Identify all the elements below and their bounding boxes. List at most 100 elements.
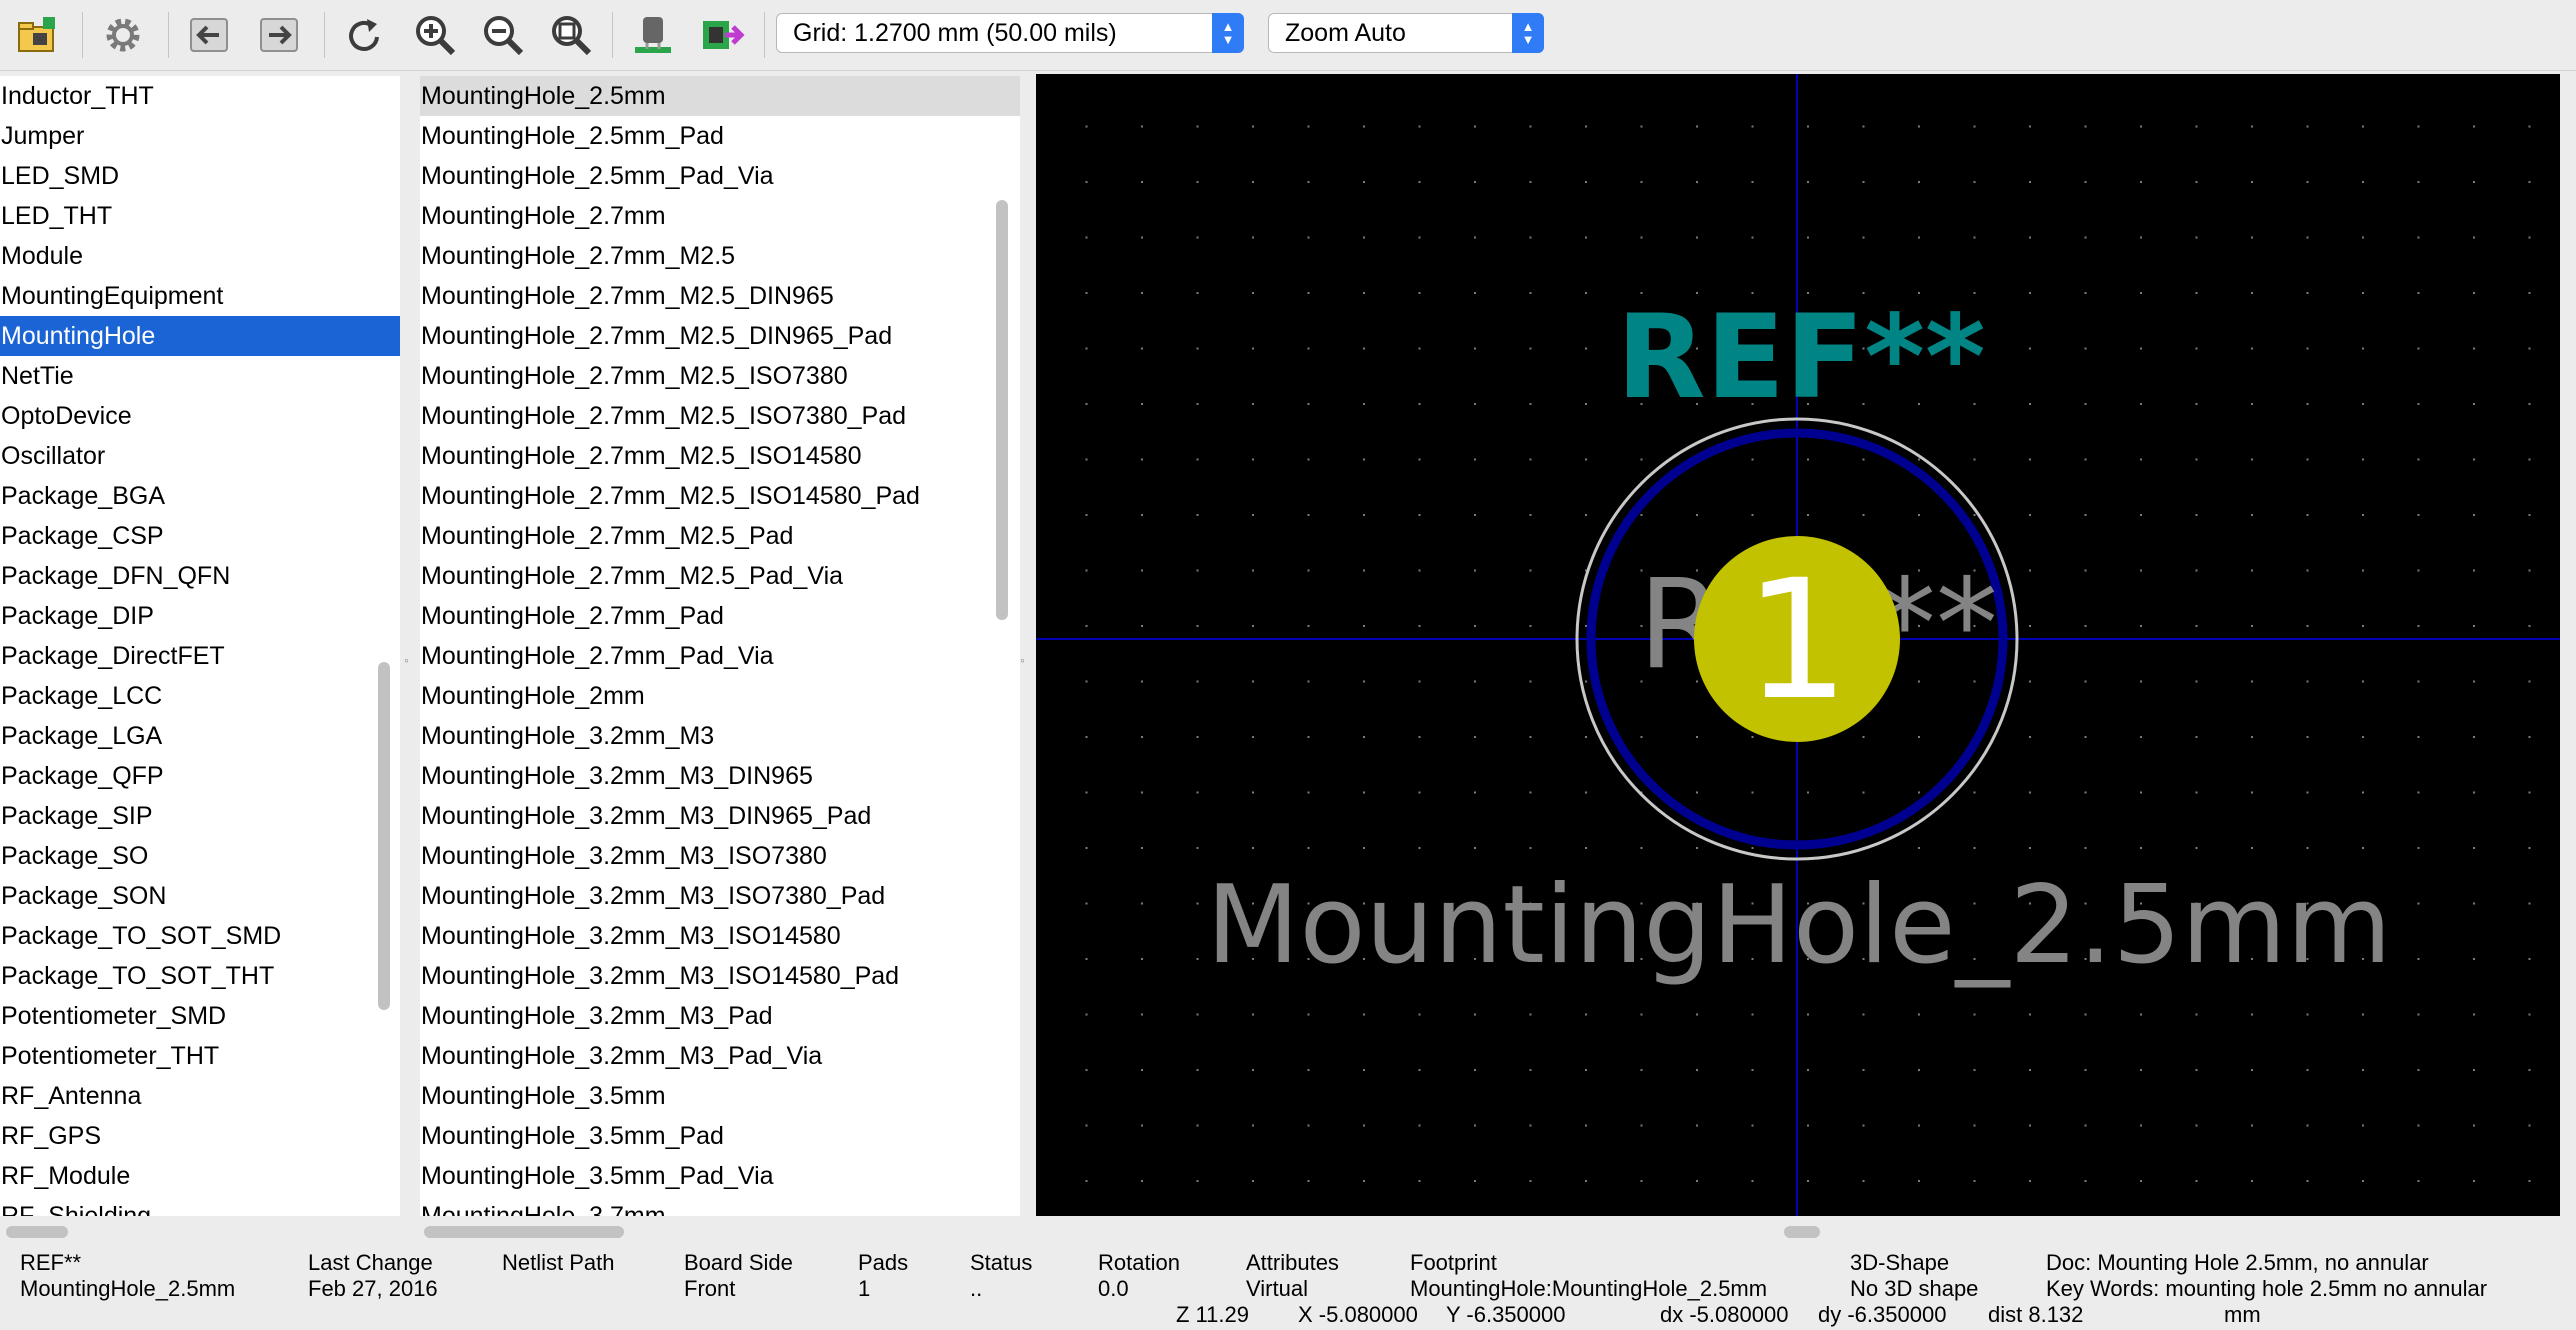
footprint-list-vscrollbar[interactable] (996, 200, 1008, 620)
main-toolbar: Grid: 1.2700 mm (50.00 mils) ▲ ▼ Zoom Aut… (0, 0, 2576, 71)
footprint-list-item[interactable]: MountingHole_3.5mm_Pad (420, 1116, 1020, 1156)
library-list-item[interactable]: LED_THT (0, 196, 400, 236)
footprint-list-item[interactable]: MountingHole_2.7mm_M2.5_Pad_Via (420, 556, 1020, 596)
coord-zoom: Z 11.29 (1176, 1302, 1249, 1327)
footprint-list-item[interactable]: MountingHole_3.2mm_M3_DIN965 (420, 756, 1020, 796)
zoom-in-button[interactable] (410, 10, 460, 60)
canvas-hscrollbar[interactable] (1784, 1226, 1820, 1238)
footprint-list-item[interactable]: MountingHole_3.2mm_M3 (420, 716, 1020, 756)
footprint-list-item[interactable]: MountingHole_3.2mm_M3_ISO14580 (420, 916, 1020, 956)
status-footprint-value: MountingHole:MountingHole_2.5mm (1410, 1276, 1768, 1301)
library-list-item[interactable]: NetTie (0, 356, 400, 396)
library-list-item[interactable]: Package_BGA (0, 476, 400, 516)
footprint-list-item[interactable]: MountingHole_3.5mm (420, 1076, 1020, 1116)
library-list-item[interactable]: RF_Shielding (0, 1196, 400, 1216)
chip-3d-icon (635, 17, 671, 53)
show-3d-button[interactable] (628, 10, 678, 60)
footprint-list-item[interactable]: MountingHole_2.7mm_M2.5_Pad (420, 516, 1020, 556)
chevron-updown-icon: ▲ ▼ (1512, 13, 1544, 53)
zoom-select[interactable]: Zoom Auto ▲ ▼ (1268, 13, 1544, 53)
previous-footprint-button[interactable] (184, 10, 234, 60)
zoom-out-icon (484, 16, 524, 56)
footprint-list-item[interactable]: MountingHole_3.2mm_M3_DIN965_Pad (420, 796, 1020, 836)
library-list-item[interactable]: MountingHole (0, 316, 400, 356)
library-list-item[interactable]: Package_SIP (0, 796, 400, 836)
library-list-item[interactable]: LED_SMD (0, 156, 400, 196)
footprint-list-item[interactable]: MountingHole_2.7mm_M2.5_DIN965 (420, 276, 1020, 316)
grid-select[interactable]: Grid: 1.2700 mm (50.00 mils) ▲ ▼ (776, 13, 1244, 53)
library-list-item[interactable]: Package_SON (0, 876, 400, 916)
footprint-preview-canvas[interactable]: REF** 1 REF** MountingHole_2.5mm (1036, 74, 2560, 1216)
next-footprint-button[interactable] (254, 10, 304, 60)
library-list-item[interactable]: Potentiometer_THT (0, 1036, 400, 1076)
footprint-list-item[interactable]: MountingHole_2.7mm (420, 196, 1020, 236)
footprint-list-item[interactable]: MountingHole_3.2mm_M3_ISO7380 (420, 836, 1020, 876)
library-list-item[interactable]: Package_TO_SOT_SMD (0, 916, 400, 956)
splitter-grip-icon[interactable]: ◦ (404, 652, 409, 668)
library-list-item[interactable]: Package_LCC (0, 676, 400, 716)
library-list-item[interactable]: OptoDevice (0, 396, 400, 436)
status-3dshape-value: No 3D shape (1850, 1276, 1979, 1301)
coord-dist: dist 8.132 (1988, 1302, 2084, 1327)
footprint-list-item[interactable]: MountingHole_3.2mm_M3_Pad_Via (420, 1036, 1020, 1076)
footprint-list-item[interactable]: MountingHole_3.5mm_Pad_Via (420, 1156, 1020, 1196)
footprint-list-item[interactable]: MountingHole_3.2mm_M3_Pad (420, 996, 1020, 1036)
library-list-hscrollbar[interactable] (6, 1226, 68, 1238)
grid-select-value: Grid: 1.2700 mm (50.00 mils) (793, 19, 1117, 47)
library-list-item[interactable]: Package_QFP (0, 756, 400, 796)
library-list-item[interactable]: MountingEquipment (0, 276, 400, 316)
status-status-col: Status .. (970, 1250, 1032, 1302)
status-status-label: Status (970, 1250, 1033, 1275)
coord-units: mm (2224, 1302, 2261, 1327)
status-footprint-col: Footprint MountingHole:MountingHole_2.5m… (1410, 1250, 1767, 1302)
arrow-right-icon (260, 18, 298, 52)
footprint-list-hscrollbar[interactable] (424, 1226, 624, 1238)
library-list-item[interactable]: RF_Antenna (0, 1076, 400, 1116)
zoom-fit-button[interactable] (546, 10, 596, 60)
footprint-list-item[interactable]: MountingHole_3.2mm_M3_ISO7380_Pad (420, 876, 1020, 916)
library-list-item[interactable]: Package_CSP (0, 516, 400, 556)
library-list-item[interactable]: Package_DFN_QFN (0, 556, 400, 596)
library-list-item[interactable]: RF_Module (0, 1156, 400, 1196)
settings-button[interactable] (98, 10, 148, 60)
status-status-value: .. (970, 1276, 983, 1301)
load-footprint-button[interactable] (12, 10, 62, 60)
insert-footprint-button[interactable] (696, 10, 746, 60)
library-list-item[interactable]: Package_SO (0, 836, 400, 876)
status-ref-col: REF** MountingHole_2.5mm (20, 1250, 235, 1302)
library-list-item[interactable]: RF_GPS (0, 1116, 400, 1156)
library-list-item[interactable]: Module (0, 236, 400, 276)
footprint-list-item[interactable]: MountingHole_2.7mm_M2.5_ISO14580_Pad (420, 476, 1020, 516)
library-list: Inductor_THT Jumper LED_SMD LED_THT Module Mo… (0, 76, 400, 1216)
zoom-out-button[interactable] (478, 10, 528, 60)
status-board-side-value: Front (684, 1276, 736, 1301)
footprint-list-item[interactable]: MountingHole_3.7mm (420, 1196, 1020, 1216)
footprint-list-item[interactable]: MountingHole_2.5mm_Pad_Via (420, 156, 1020, 196)
library-list-vscrollbar[interactable] (378, 662, 390, 1010)
library-list-item[interactable]: Potentiometer_SMD (0, 996, 400, 1036)
value-text: MountingHole_2.5mm (1206, 863, 2391, 988)
library-list-item[interactable]: Oscillator (0, 436, 400, 476)
status-netlist-col: Netlist Path (502, 1250, 615, 1276)
footprint-list-item[interactable]: MountingHole_2.7mm_M2.5 (420, 236, 1020, 276)
footprint-list-item[interactable]: MountingHole_2.7mm_Pad_Via (420, 636, 1020, 676)
footprint-list-item[interactable]: MountingHole_2.7mm_M2.5_ISO14580 (420, 436, 1020, 476)
library-list-item[interactable]: Package_DirectFET (0, 636, 400, 676)
library-list-item[interactable]: Package_TO_SOT_THT (0, 956, 400, 996)
footprint-list-item[interactable]: MountingHole_2.7mm_M2.5_ISO7380_Pad (420, 396, 1020, 436)
footprint-list-item[interactable]: MountingHole_2.5mm (420, 76, 1020, 116)
status-bar: REF** MountingHole_2.5mm Last Change Feb… (0, 1248, 2576, 1330)
library-list-item[interactable]: Package_DIP (0, 596, 400, 636)
splitter-grip-icon[interactable]: ◦ (1020, 652, 1025, 668)
library-list-item[interactable]: Jumper (0, 116, 400, 156)
library-list-item[interactable]: Inductor_THT (0, 76, 400, 116)
footprint-list-item[interactable]: MountingHole_2.7mm_M2.5_ISO7380 (420, 356, 1020, 396)
redraw-button[interactable] (340, 10, 390, 60)
footprint-list-item[interactable]: MountingHole_2.7mm_M2.5_DIN965_Pad (420, 316, 1020, 356)
footprint-list-item[interactable]: MountingHole_3.2mm_M3_ISO14580_Pad (420, 956, 1020, 996)
chevron-updown-icon: ▲ ▼ (1212, 13, 1244, 53)
footprint-list-item[interactable]: MountingHole_2.7mm_Pad (420, 596, 1020, 636)
footprint-list-item[interactable]: MountingHole_2.5mm_Pad (420, 116, 1020, 156)
library-list-item[interactable]: Package_LGA (0, 716, 400, 756)
footprint-list-item[interactable]: MountingHole_2mm (420, 676, 1020, 716)
